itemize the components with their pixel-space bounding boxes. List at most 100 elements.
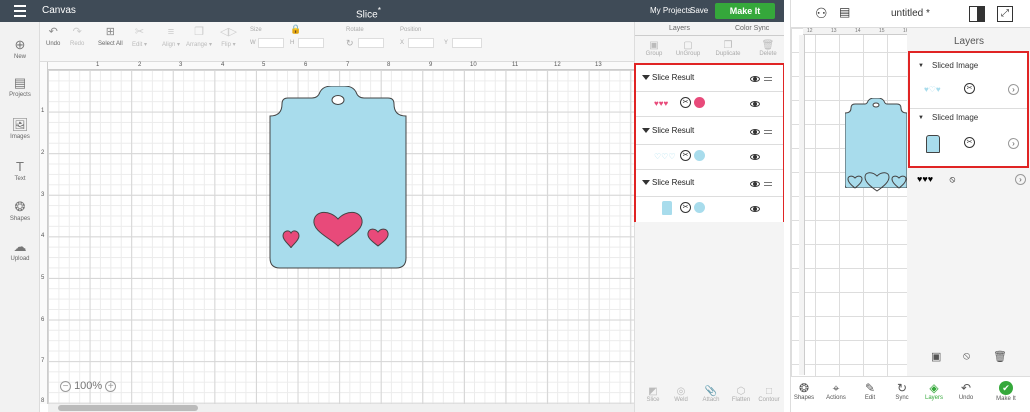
nav-undo[interactable]: ↶ Undo	[951, 381, 981, 401]
sidebar-new[interactable]: ⊕ New	[0, 38, 40, 61]
attach-button[interactable]: 📎 Attach	[697, 386, 725, 403]
sidebar-images[interactable]: 🖼 Images	[0, 117, 40, 141]
zoom-out-button[interactable]: −	[60, 381, 71, 392]
eye-icon[interactable]	[750, 101, 760, 107]
color-swatch-blue[interactable]	[694, 202, 705, 213]
actions-icon: ⌖	[832, 381, 840, 395]
layer-group-3[interactable]: Slice Result	[636, 170, 783, 197]
eye-icon[interactable]	[750, 154, 760, 160]
flip-menu[interactable]: ◁▷ Flip ▾	[220, 26, 237, 48]
eye-icon[interactable]	[750, 206, 760, 212]
scrollbar-thumb[interactable]	[58, 405, 198, 411]
attach-icon: 📎	[704, 386, 718, 397]
design-canvas[interactable]	[48, 70, 634, 404]
save-icon[interactable]: ▤	[839, 5, 850, 19]
flatten-button[interactable]: ⬡ Flatten	[727, 386, 755, 403]
cut-operation-icon[interactable]: ✂	[964, 137, 975, 148]
duplicate-button[interactable]: ❐ Duplicate	[713, 40, 743, 57]
eye-icon[interactable]	[750, 129, 760, 135]
images-icon: 🖼	[11, 117, 29, 132]
sidebar-text[interactable]: T Text	[0, 160, 40, 183]
cut-operation-icon[interactable]: ✂	[680, 150, 691, 161]
tab-layers[interactable]: Layers	[669, 25, 690, 32]
contour-button[interactable]: □ Contour	[755, 386, 783, 403]
redo-button[interactable]: ↷ Redo	[70, 26, 84, 47]
layer-sliced-image-1[interactable]: ▼ Sliced Image ♥♡♥ ✂ ›	[910, 59, 1027, 109]
tag-design[interactable]	[268, 86, 408, 271]
slice-button[interactable]: ◩ Slice	[639, 386, 667, 403]
weld-button[interactable]: ◎ Weld	[667, 386, 695, 403]
trash-icon[interactable]: 🗑	[993, 350, 1007, 363]
mobile-hearts-outline[interactable]	[847, 170, 907, 192]
rotate-input[interactable]	[358, 38, 384, 48]
make-it-button[interactable]: Make It	[715, 3, 775, 19]
nav-layers[interactable]: ◈ Layers	[919, 381, 949, 401]
contour-label: Contour	[758, 397, 780, 403]
zoom-in-button[interactable]: +	[105, 381, 117, 392]
group-icon[interactable]: ▣	[931, 350, 941, 363]
nav-actions[interactable]: ⌖ Actions	[821, 381, 851, 401]
tab-color-sync[interactable]: Color Sync	[735, 25, 769, 32]
eye-icon[interactable]	[750, 76, 760, 82]
undo-button[interactable]: ↶ Undo	[46, 26, 60, 47]
chevron-right-icon[interactable]: ›	[1015, 174, 1026, 185]
expand-triangle-icon[interactable]: ▼	[918, 63, 924, 69]
edit-icon: ✎	[864, 381, 876, 395]
trash-icon: 🗑	[761, 40, 775, 51]
layer-sliced-image-2[interactable]: ▼ Sliced Image ✂ ›	[910, 111, 1027, 165]
cut-operation-icon[interactable]: ✂	[680, 97, 691, 108]
drag-handle-icon[interactable]	[764, 130, 772, 131]
x-input[interactable]	[408, 38, 434, 48]
eye-icon[interactable]	[750, 181, 760, 187]
width-input[interactable]	[258, 38, 284, 48]
y-input[interactable]	[452, 38, 482, 48]
horizontal-scrollbar[interactable]	[48, 404, 634, 412]
color-swatch-pink[interactable]	[694, 97, 705, 108]
expand-icon[interactable]: ⤢	[997, 6, 1013, 22]
nav-edit[interactable]: ✎ Edit	[855, 381, 885, 401]
drag-handle-icon[interactable]	[764, 77, 772, 78]
arrange-menu[interactable]: ❐ Arrange ▾	[186, 26, 212, 48]
nav-make-it[interactable]: ✔ Make It	[991, 381, 1021, 402]
ruler-tick: 13	[831, 28, 837, 34]
y-label: Y	[444, 40, 449, 46]
sidebar-upload[interactable]: ☁ Upload	[0, 240, 40, 263]
layer-item-hearts[interactable]: ♥♥♥ ✂	[636, 92, 783, 117]
layer-item-hearts-outline[interactable]: ♡♡♡ ✂	[636, 145, 783, 170]
edit-menu[interactable]: ✂ Edit ▾	[132, 26, 147, 48]
layer-item-tag[interactable]: ✂	[636, 197, 783, 222]
chevron-right-icon[interactable]: ›	[1008, 84, 1019, 95]
chevron-right-icon[interactable]: ›	[1008, 138, 1019, 149]
ungroup-button[interactable]: ▢ UnGroup	[673, 40, 703, 57]
cut-operation-icon[interactable]: ✂	[964, 83, 975, 94]
people-icon[interactable]: ⚇	[815, 5, 828, 22]
collapse-icon[interactable]	[642, 180, 650, 185]
nav-sync[interactable]: ↻ Sync	[887, 381, 917, 401]
sidebar-projects[interactable]: ▤ Projects	[0, 76, 40, 99]
group-button[interactable]: ▣ Group	[639, 40, 669, 57]
expand-triangle-icon[interactable]: ▼	[918, 115, 924, 121]
save-link[interactable]: Save	[690, 6, 708, 15]
drag-handle-icon[interactable]	[764, 182, 772, 183]
align-menu[interactable]: ≡ Align ▾	[162, 26, 180, 48]
layer-group-1[interactable]: Slice Result	[636, 65, 783, 92]
delete-button[interactable]: 🗑 Delete	[753, 40, 783, 57]
hidden-eye-icon[interactable]: ⦸	[950, 174, 956, 184]
hidden-layer-row[interactable]: ♥♥♥ ⦸ ›	[917, 174, 1026, 185]
layer-group-2[interactable]: Slice Result	[636, 118, 783, 145]
layers-icon: ◈	[929, 381, 939, 395]
collapse-icon[interactable]	[642, 128, 650, 133]
split-view-icon[interactable]	[969, 6, 985, 22]
height-input[interactable]	[298, 38, 324, 48]
collapse-icon[interactable]	[642, 75, 650, 80]
my-projects-link[interactable]: My Projects	[650, 6, 692, 15]
color-swatch-blue[interactable]	[694, 150, 705, 161]
lock-icon[interactable]: 🔒	[290, 24, 301, 35]
hide-icon[interactable]: ⦸	[963, 350, 970, 363]
cut-operation-icon[interactable]: ✂	[680, 202, 691, 213]
menu-icon[interactable]	[14, 5, 26, 17]
nav-shapes[interactable]: ❂ Shapes	[789, 381, 819, 401]
select-all-button[interactable]: ⊞ Select All	[98, 26, 123, 47]
nav-shapes-label: Shapes	[793, 395, 815, 401]
sidebar-shapes[interactable]: ❂ Shapes	[0, 200, 40, 223]
